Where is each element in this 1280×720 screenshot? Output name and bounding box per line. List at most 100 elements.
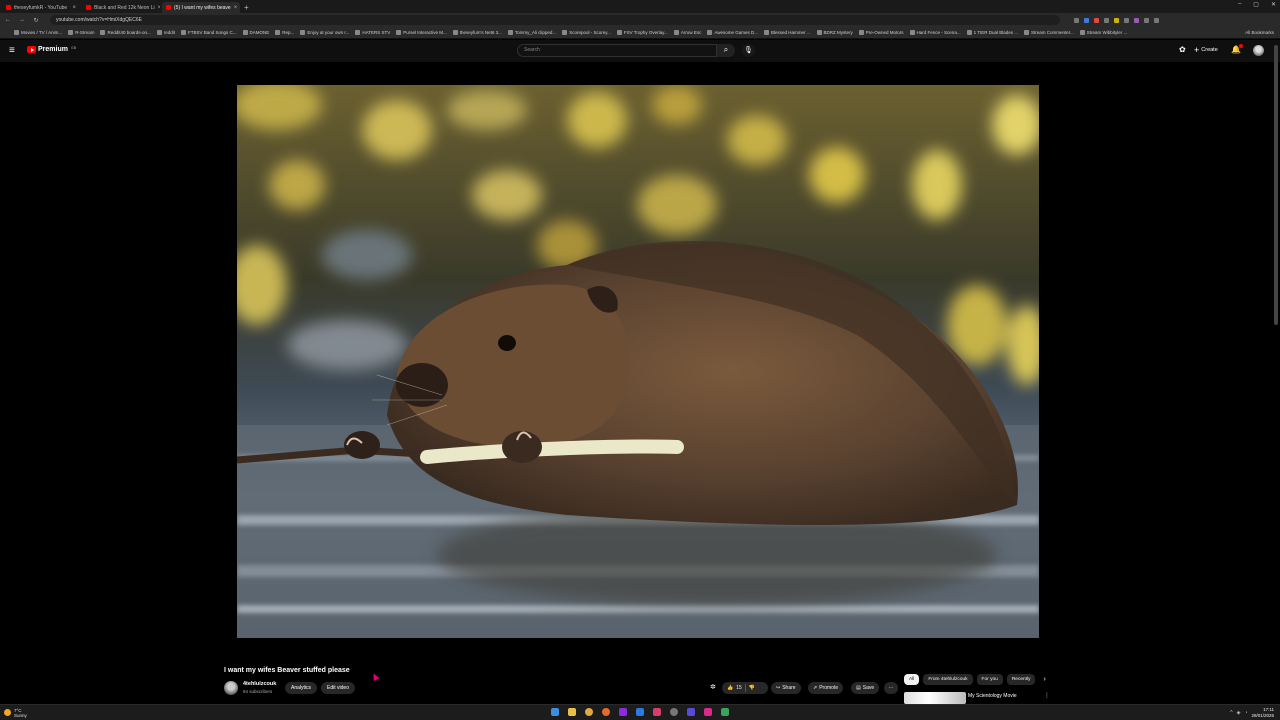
search-icon[interactable]: ⌕ [717, 44, 735, 57]
bookmark-item[interactable]: Pre-Owned Motors [858, 30, 904, 35]
bookmark-item[interactable]: Scorepool - Scorey... [562, 30, 611, 35]
chip-all[interactable]: All [904, 674, 920, 685]
extension-icon[interactable] [1084, 17, 1089, 23]
browser-tab[interactable]: theseyfumkR - YouTube × [2, 2, 80, 13]
bookmark-label: Blessed Hammer ... [771, 30, 811, 35]
menu-icon[interactable]: ≡ [9, 45, 15, 56]
bookmark-item[interactable]: R-Stream [68, 30, 94, 35]
bookmark-item[interactable]: Reddit40 boards-on... [100, 30, 151, 35]
recommendation-thumbnail[interactable] [904, 692, 966, 704]
bookmark-favicon-icon [300, 30, 306, 35]
app-icon[interactable] [636, 708, 644, 716]
chip-for-you[interactable]: For you [976, 674, 1003, 685]
search-input[interactable]: Search [517, 44, 717, 57]
bookmark-item[interactable]: Rep... [275, 30, 294, 35]
new-tab-button[interactable]: + [244, 2, 249, 13]
chevron-right-icon[interactable]: › [1043, 676, 1045, 683]
browser-tab-active[interactable]: (5) I want my wifes beave × [162, 2, 240, 13]
bookmark-item[interactable]: FSV Trophy Overlay... [616, 30, 668, 35]
bookmark-item[interactable]: HATERS STV [355, 30, 390, 35]
weather-widget[interactable]: 7°C Sunny [4, 708, 27, 718]
maximize-button[interactable]: ▢ [1253, 1, 1259, 8]
chip-from-channel[interactable]: From 4tehlulzcouk [923, 674, 973, 685]
url-field[interactable]: youtube.com/watch?v=HmiXdgQEC6E [50, 15, 1060, 25]
all-bookmarks-button[interactable]: All Bookmarks [1245, 30, 1274, 35]
recommendation-menu-icon[interactable]: ⋮ [1044, 692, 1050, 699]
app-icon[interactable] [653, 708, 661, 716]
share-button[interactable]: ↪ Share [771, 682, 801, 694]
notifications-bell-icon[interactable]: 🔔 [1231, 44, 1243, 54]
bookmark-item[interactable]: Arrow Esc [673, 30, 701, 35]
studio-icon[interactable]: ✿ [1179, 45, 1186, 54]
back-icon[interactable]: ← [4, 17, 12, 23]
network-icon[interactable]: ◈ [1237, 710, 1241, 716]
app-icon[interactable] [704, 708, 712, 716]
save-button[interactable]: ▤ Save [851, 682, 880, 694]
bookmark-label: Tommy_Ali clipped... [514, 30, 557, 35]
settings-icon[interactable] [670, 708, 678, 716]
chrome-icon[interactable] [585, 708, 593, 716]
more-actions-button[interactable]: ··· [884, 682, 898, 694]
bookmark-item[interactable]: Hard Fence - Scena... [909, 30, 961, 35]
bookmark-item[interactable]: 1 TIER Dual Blades ... [966, 30, 1018, 35]
close-tab-icon[interactable]: × [234, 5, 238, 11]
extension-icon[interactable] [1124, 17, 1129, 23]
start-icon[interactable] [551, 708, 559, 716]
close-tab-icon[interactable]: × [72, 5, 76, 11]
app-icon[interactable] [619, 708, 627, 716]
account-avatar[interactable] [1253, 45, 1264, 56]
bookmark-item[interactable]: Tommy_Ali clipped... [507, 30, 557, 35]
forward-icon[interactable]: → [18, 17, 26, 23]
bookmark-item[interactable]: Pursel Interactive M... [396, 30, 447, 35]
bookmark-label: FSV Trophy Overlay... [623, 30, 668, 35]
extension-icon[interactable] [1154, 17, 1159, 23]
video-player[interactable] [237, 85, 1039, 638]
app-icon[interactable] [687, 708, 695, 716]
channel-name[interactable]: 4tehlulzcouk [243, 681, 276, 687]
extension-icon[interactable] [1134, 17, 1139, 23]
firefox-icon[interactable] [602, 708, 610, 716]
bookmark-item[interactable]: FTBSV Band Songs C... [181, 30, 237, 35]
volume-icon[interactable]: ◔ [1244, 710, 1247, 716]
bookmark-label: Pre-Owned Motors [865, 30, 904, 35]
edit-video-button[interactable]: Edit video [321, 682, 355, 694]
extension-icon[interactable] [1104, 17, 1109, 23]
close-tab-icon[interactable]: × [158, 5, 160, 11]
bookmark-item[interactable]: theseyfum's Net6 3... [452, 30, 502, 35]
close-window-button[interactable]: ✕ [1271, 1, 1276, 8]
youtube-logo[interactable]: Premium GB [27, 46, 76, 53]
bookmark-item[interactable]: Movies / TV / Anim... [14, 30, 62, 35]
thumbs-up-icon[interactable]: 👍 [727, 682, 733, 694]
bookmark-favicon-icon [14, 30, 19, 35]
bookmark-item[interactable]: Awesome Games D... [707, 30, 758, 35]
tray-chevron-icon[interactable]: ^ [1230, 710, 1232, 716]
bookmark-item[interactable]: Stream Wibbityler ... [1079, 30, 1127, 35]
bookmark-favicon-icon [816, 30, 822, 35]
channel-avatar[interactable] [224, 681, 238, 695]
bookmark-item[interactable]: Blessed Hammer ... [764, 30, 811, 35]
thumbs-down-icon[interactable]: 👎 [749, 682, 755, 694]
recommendation-title[interactable]: My Scientology Movie [968, 693, 1017, 699]
browser-tab[interactable]: Black and Red 12k Neon Li × [82, 2, 160, 13]
analytics-button[interactable]: Analytics [285, 682, 317, 694]
taskbar-clock[interactable]: 17:11 28/01/2025 [1251, 707, 1274, 718]
reload-icon[interactable]: ↻ [32, 17, 40, 24]
minimize-button[interactable]: – [1238, 1, 1241, 8]
studio-wand-icon[interactable]: ✲ [710, 683, 716, 691]
extension-icon[interactable] [1094, 17, 1099, 23]
promote-button[interactable]: ⇗ Promote [808, 682, 844, 694]
app-icon[interactable] [721, 708, 729, 716]
microphone-icon[interactable]: 🎙 [742, 44, 755, 57]
bookmark-item[interactable]: DAMONE [242, 30, 269, 35]
chip-recently[interactable]: Recently [1006, 674, 1036, 685]
bookmark-item[interactable]: reddit [156, 30, 175, 35]
extension-icon[interactable] [1144, 17, 1149, 23]
bookmark-item[interactable]: Enjoy at your own r... [300, 30, 349, 35]
bookmark-item[interactable]: BDRZ Mystery [816, 30, 853, 35]
page-scrollbar[interactable] [1274, 45, 1278, 325]
extension-icon[interactable] [1114, 17, 1119, 23]
create-button[interactable]: + Create [1194, 45, 1218, 55]
bookmark-item[interactable]: Stream Commenter... [1024, 30, 1074, 35]
file-explorer-icon[interactable] [568, 708, 576, 716]
extension-icon[interactable] [1074, 17, 1079, 23]
